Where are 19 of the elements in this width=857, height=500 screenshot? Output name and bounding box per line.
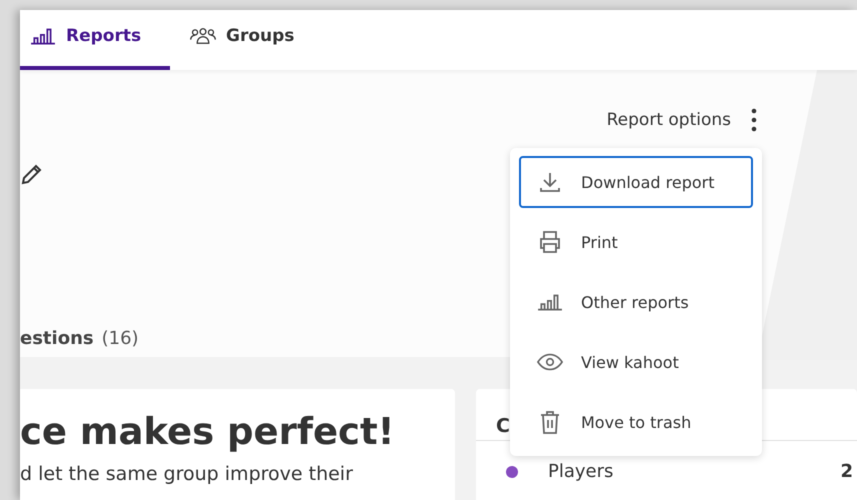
printer-icon: [537, 230, 563, 254]
download-icon: [537, 170, 563, 194]
nav-tab[interactable]: Reports: [20, 10, 170, 70]
questions-tab[interactable]: estions: [20, 328, 94, 349]
question-count: (16): [102, 328, 139, 349]
bar-chart-icon: [30, 27, 56, 45]
menu-item[interactable]: View kahoot: [519, 336, 753, 388]
card-heading: ce makes perfect!: [20, 409, 396, 455]
menu-item[interactable]: Other reports: [519, 276, 753, 328]
stat-label: Players: [548, 461, 614, 482]
people-icon: [190, 27, 216, 45]
card-text: d let the same group improve their: [20, 463, 354, 485]
report-options-label: Report options: [606, 110, 731, 130]
nav-tab[interactable]: Groups: [180, 10, 306, 70]
more-options-button[interactable]: [751, 108, 757, 132]
menu-item[interactable]: Download report: [519, 156, 753, 208]
stat-value: 2: [840, 461, 853, 482]
menu-item[interactable]: Print: [519, 216, 753, 268]
pencil-icon[interactable]: [20, 162, 44, 186]
